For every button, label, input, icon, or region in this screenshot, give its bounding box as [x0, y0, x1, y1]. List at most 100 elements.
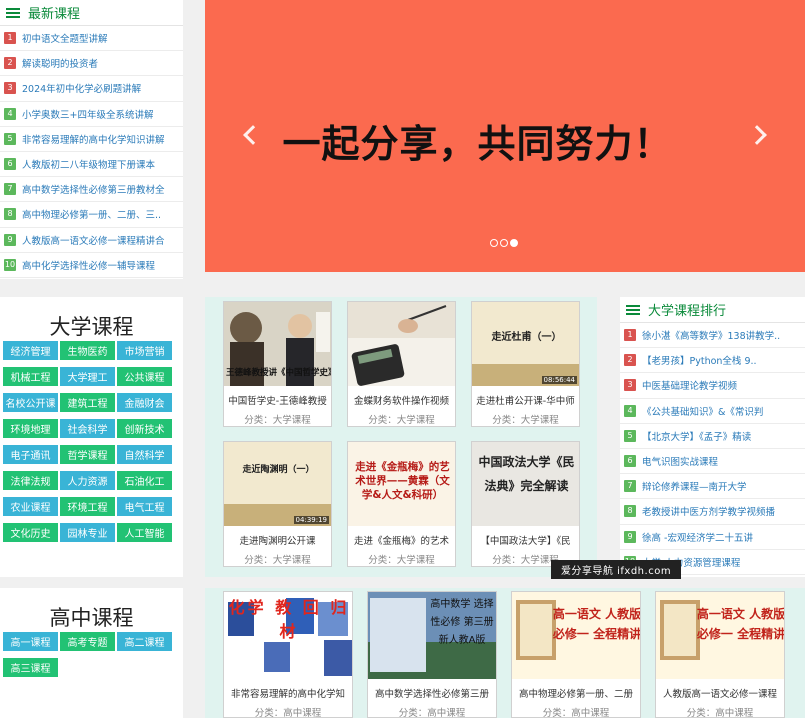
- latest-courses-title: 最新课程: [28, 7, 81, 22]
- course-thumbnail: 王德峰教授讲《中国哲学史》: [224, 302, 331, 386]
- category-tag[interactable]: 农业课程: [3, 497, 58, 516]
- list-item-link[interactable]: 《公共基础知识》&《常识判: [642, 404, 763, 418]
- list-item[interactable]: 7 高中数学选择性必修第三册教材全: [0, 177, 183, 203]
- video-duration: 08:56:44: [541, 376, 577, 384]
- carousel-dot[interactable]: [500, 239, 508, 247]
- category-tag[interactable]: 市场营销: [117, 341, 172, 360]
- course-title[interactable]: 人教版高一语文必修一课程: [658, 686, 782, 700]
- course-title[interactable]: 非常容易理解的高中化学知: [226, 686, 350, 700]
- category-tag[interactable]: 文化历史: [3, 523, 58, 542]
- course-card[interactable]: 高中数学 选择性必修 第三册 新人教A版 高中数学选择性必修第三册 分类：高中课…: [367, 591, 497, 718]
- course-card[interactable]: 高一语文 人教版 必修一 全程精讲 高中物理必修第一册、二册 分类：高中课程: [511, 591, 641, 718]
- list-item-link[interactable]: 2024年初中化学必刷题讲解: [22, 81, 141, 95]
- category-tag[interactable]: 创新技术: [117, 419, 172, 438]
- list-item[interactable]: 7 辩论修养课程—南开大学: [620, 474, 805, 500]
- list-item-link[interactable]: 非常容易理解的高中化学知识讲解: [22, 132, 165, 146]
- category-tag[interactable]: 高二课程: [117, 632, 172, 651]
- category-tag[interactable]: 园林专业: [60, 523, 115, 542]
- list-item[interactable]: 4 小学奥数三+四年级全系统讲解: [0, 102, 183, 127]
- list-item[interactable]: 1 徐小湛《高等数学》138讲教学..: [620, 323, 805, 349]
- category-tag[interactable]: 环境地理: [3, 419, 58, 438]
- course-title[interactable]: 走进陶渊明公开课: [226, 533, 329, 547]
- list-item[interactable]: 2 【老男孩】Python全栈 9..: [620, 348, 805, 374]
- category-tag[interactable]: 电气工程: [117, 497, 172, 516]
- category-tag[interactable]: 自然科学: [117, 445, 172, 464]
- course-title[interactable]: 走进《金瓶梅》的艺术: [350, 533, 453, 547]
- category-tag[interactable]: 高考专题: [60, 632, 115, 651]
- category-tag[interactable]: 人工智能: [117, 523, 172, 542]
- list-item[interactable]: 4 《公共基础知识》&《常识判: [620, 399, 805, 424]
- list-item[interactable]: 2 解读聪明的投资者: [0, 51, 183, 77]
- category-tag[interactable]: 金融财会: [117, 393, 172, 412]
- list-item[interactable]: 5 非常容易理解的高中化学知识讲解: [0, 127, 183, 152]
- course-card[interactable]: 金蝶财务软件操作视频 分类：大学课程: [347, 301, 456, 427]
- list-item-link[interactable]: 初中语文全题型讲解: [22, 31, 108, 45]
- list-item[interactable]: 3 中医基础理论教学视频: [620, 373, 805, 399]
- list-item-link[interactable]: 电气识图实战课程: [642, 454, 718, 468]
- category-tag[interactable]: 哲学课程: [60, 445, 115, 464]
- course-title[interactable]: 【中国政法大学】《民: [474, 533, 577, 547]
- course-title[interactable]: 金蝶财务软件操作视频: [350, 393, 453, 407]
- list-item[interactable]: 6 电气识图实战课程: [620, 449, 805, 475]
- course-card[interactable]: 王德峰教授讲《中国哲学史》 中国哲学史-王德峰教授 分类：大学课程: [223, 301, 332, 427]
- list-item[interactable]: 8 老教授讲中医方剂学教学视频播: [620, 499, 805, 525]
- list-item-link[interactable]: 解读聪明的投资者: [22, 56, 98, 70]
- list-item-link[interactable]: 人教版初二八年级物理下册课本: [22, 157, 155, 171]
- list-item[interactable]: 8 高中物理必修第一册、二册、三..: [0, 202, 183, 228]
- list-item[interactable]: 5 【北京大学】《孟子》精读: [620, 424, 805, 449]
- category-tag[interactable]: 高三课程: [3, 658, 58, 677]
- list-item[interactable]: 9 徐高 -宏观经济学二十五讲: [620, 525, 805, 550]
- carousel-dots: [490, 239, 518, 247]
- list-item-link[interactable]: 人教版高一语文必修一课程精讲合: [22, 233, 165, 247]
- category-tag[interactable]: 高一课程: [3, 632, 58, 651]
- list-item-link[interactable]: 小学奥数三+四年级全系统讲解: [22, 107, 153, 121]
- list-item-link[interactable]: 中医基础理论教学视频: [642, 378, 737, 392]
- course-thumbnail: 中国政法大学《民法典》完全解读: [472, 442, 579, 526]
- list-item-link[interactable]: 高中化学选择性必修一辅导课程: [22, 258, 155, 272]
- category-tag[interactable]: 大学理工: [60, 367, 115, 386]
- category-tag[interactable]: 生物医药: [60, 341, 115, 360]
- category-tag[interactable]: 经济管理: [3, 341, 58, 360]
- category-tag[interactable]: 社会科学: [60, 419, 115, 438]
- category-tag[interactable]: 环境工程: [60, 497, 115, 516]
- list-item[interactable]: 1 初中语文全题型讲解: [0, 26, 183, 52]
- course-card[interactable]: 走进《金瓶梅》的艺术世界——黄霖（文学&人文&科研） 走进《金瓶梅》的艺术 分类…: [347, 441, 456, 567]
- list-item-link[interactable]: 徐小湛《高等数学》138讲教学..: [642, 328, 780, 342]
- list-item[interactable]: 3 2024年初中化学必刷题讲解: [0, 76, 183, 102]
- course-card[interactable]: 走近杜甫（一） 08:56:44 走进杜甫公开课-华中师 分类：大学课程: [471, 301, 580, 427]
- category-tag[interactable]: 名校公开课: [3, 393, 58, 412]
- category-tag[interactable]: 人力资源: [60, 471, 115, 490]
- list-item-link[interactable]: 高中数学选择性必修第三册教材全: [22, 182, 165, 196]
- latest-courses-panel: 最新课程 1 初中语文全题型讲解 2 解读聪明的投资者 3 2024年初中化学必刷题讲解 4…: [0, 0, 183, 279]
- list-item[interactable]: 9 人教版高一语文必修一课程精讲合: [0, 228, 183, 253]
- carousel-dot[interactable]: [490, 239, 498, 247]
- category-tag[interactable]: 电子通讯: [3, 445, 58, 464]
- course-title[interactable]: 中国哲学史-王德峰教授: [226, 393, 329, 407]
- thumbnail-caption: 高中数学 选择性必修 第三册 新人教A版: [430, 599, 494, 646]
- course-card[interactable]: 高一语文 人教版 必修一 全程精讲 人教版高一语文必修一课程 分类：高中课程: [655, 591, 785, 718]
- list-item-link[interactable]: 老教授讲中医方剂学教学视频播: [642, 504, 775, 518]
- list-item-link[interactable]: 【老男孩】Python全栈 9..: [642, 353, 757, 367]
- category-tag[interactable]: 建筑工程: [60, 393, 115, 412]
- category-tag[interactable]: 机械工程: [3, 367, 58, 386]
- category-tag[interactable]: 公共课程: [117, 367, 172, 386]
- list-item[interactable]: 10 高中化学选择性必修一辅导课程: [0, 253, 183, 278]
- course-card[interactable]: 化学 教 回 归 材 非常容易理解的高中化学知 分类：高中课程: [223, 591, 353, 718]
- category-tag[interactable]: 法律法规: [3, 471, 58, 490]
- course-card[interactable]: 走近陶渊明（一） 04:39:19 走进陶渊明公开课 分类：大学课程: [223, 441, 332, 567]
- thumbnail-caption: 走进《金瓶梅》的艺术世界——黄霖（文学&人文&科研）: [355, 461, 450, 501]
- course-title[interactable]: 走进杜甫公开课-华中师: [474, 393, 577, 407]
- list-item-link[interactable]: 【北京大学】《孟子》精读: [642, 429, 751, 443]
- list-item-link[interactable]: 高中物理必修第一册、二册、三..: [22, 207, 161, 221]
- list-item-link[interactable]: 辩论修养课程—南开大学: [642, 479, 747, 493]
- list-item-link[interactable]: 徐高 -宏观经济学二十五讲: [642, 530, 753, 544]
- course-category: 分类：大学课程: [492, 415, 559, 426]
- category-tag[interactable]: 石油化工: [117, 471, 172, 490]
- course-title[interactable]: 高中物理必修第一册、二册: [514, 686, 638, 700]
- list-item[interactable]: 6 人教版初二八年级物理下册课本: [0, 152, 183, 178]
- course-title[interactable]: 高中数学选择性必修第三册: [370, 686, 494, 700]
- course-thumbnail: 高一语文 人教版 必修一 全程精讲: [656, 592, 784, 679]
- course-card[interactable]: 中国政法大学《民法典》完全解读 【中国政法大学】《民 分类：大学课程: [471, 441, 580, 567]
- rank-number-badge: 8: [4, 208, 16, 221]
- carousel-dot-active[interactable]: [510, 239, 518, 247]
